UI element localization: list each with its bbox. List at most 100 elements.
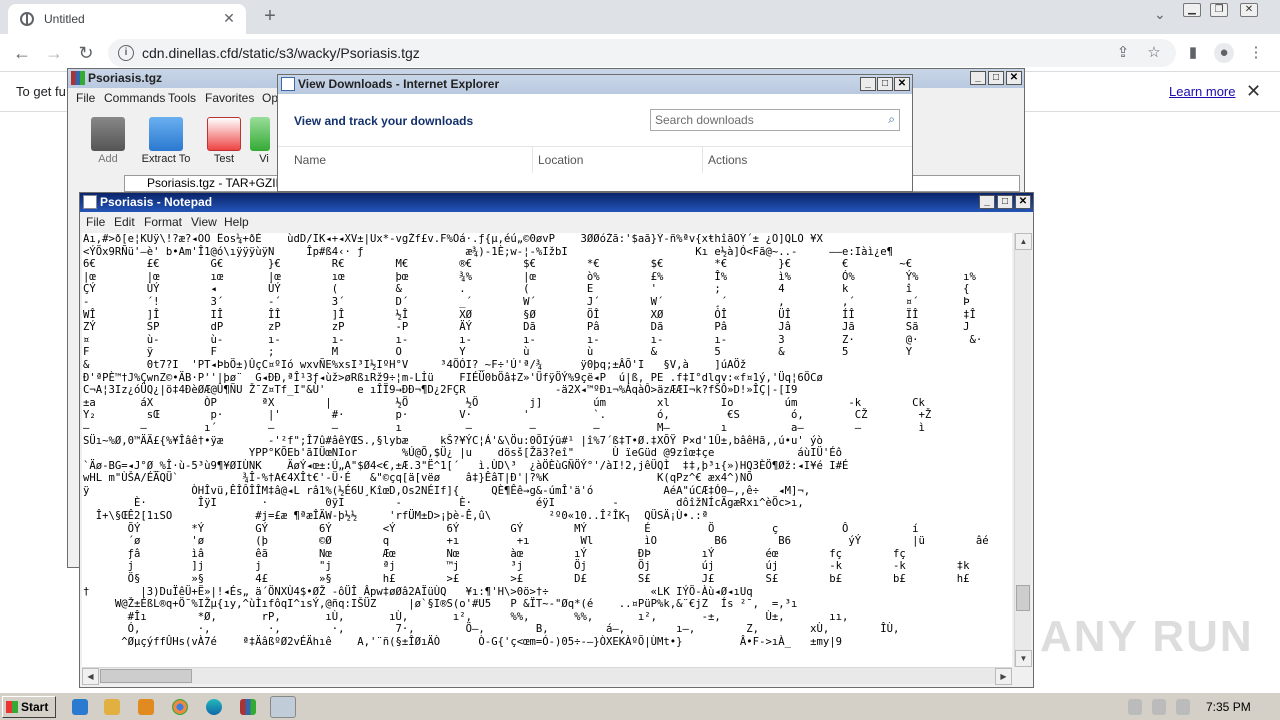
scroll-down-icon[interactable]: ▼ — [1015, 650, 1032, 667]
notepad-menu-format[interactable]: Format — [144, 215, 182, 229]
close-tab-icon[interactable]: ✕ — [220, 9, 238, 27]
scroll-right-icon[interactable]: ▶ — [995, 668, 1012, 685]
text-line: † |3)DuÏêÜ+Ë»|!◂És„ ä´ÖNXÙ4$•ØŽ -ôÜÎ Âpw… — [83, 585, 753, 598]
text-line: È· ÎÿI · 0ÿI - È· éÿI - dôîžNÍcÄgæRxı^èÖ… — [83, 497, 804, 510]
notepad-minimize-icon[interactable]: _ — [979, 195, 995, 209]
flag-tray-icon[interactable] — [1176, 699, 1190, 715]
winrar-maximize-icon[interactable]: □ — [988, 71, 1004, 85]
winrar-minimize-icon[interactable]: _ — [970, 71, 986, 85]
close-window-icon[interactable]: ✕ — [1240, 3, 1258, 17]
menu-dots-icon[interactable]: ⋮ — [1246, 43, 1266, 63]
ie-close-icon[interactable]: ✕ — [894, 77, 910, 91]
winrar-menu-file[interactable]: File — [76, 91, 95, 105]
winrar-taskbar-icon[interactable] — [240, 699, 256, 715]
add-button[interactable]: Add — [80, 117, 136, 165]
horizontal-scrollbar[interactable]: ◀ ▶ — [82, 667, 1012, 685]
notepad-menu-edit[interactable]: Edit — [114, 215, 135, 229]
network-tray-icon[interactable] — [1152, 699, 1166, 715]
learn-more-link[interactable]: Learn more — [1169, 84, 1235, 99]
view-label: Vi — [259, 153, 269, 165]
notepad-maximize-icon[interactable]: □ — [997, 195, 1013, 209]
extract-to-button[interactable]: Extract To — [138, 117, 194, 165]
test-label: Test — [213, 153, 235, 165]
start-button[interactable]: Start — [2, 696, 56, 718]
ie-taskbar-icon[interactable] — [72, 699, 88, 715]
notepad-menubar: File Edit Format View Help — [80, 213, 1033, 231]
winrar-menu-tools[interactable]: Tools — [168, 91, 196, 105]
text-line: #Îı *Ø, rP, ıÙ, ıÙ, ı², %%, %%, ı², -±, … — [83, 610, 849, 623]
vertical-scrollbar[interactable]: ▲ ▼ — [1014, 233, 1032, 667]
text-line: Ð'ªPÈ™†J%ÇwnZ©•ÄB·P''|þø¨ G◂ÐÐ,ªÎ¹3ƒ◂ùž>… — [83, 371, 823, 384]
scroll-up-icon[interactable]: ▲ — [1015, 233, 1032, 250]
ie-titlebar[interactable]: View Downloads - Internet Explorer _ □ ✕ — [278, 75, 912, 94]
reload-icon[interactable]: ↻ — [74, 41, 98, 65]
volume-tray-icon[interactable] — [1128, 699, 1142, 715]
winrar-menu-commands[interactable]: Commands — [104, 91, 165, 105]
text-line: - ´! 3´ -´ 3´ D´ _´ W´ J´ W´ ¸´ , ,´ ¤´ … — [83, 295, 970, 308]
text-line: Y₂ sŒ p· |' #· p· V· ' `. ó, €S ó, CŽ +Ž — [83, 409, 932, 422]
star-icon[interactable]: ☆ — [1144, 43, 1164, 63]
notepad-taskbar-icon[interactable] — [270, 696, 296, 718]
winrar-menu-favorites[interactable]: Favorites — [205, 91, 254, 105]
text-line: Î+\§ŒÊ2[1ıSO #j=£æ ¶ªæÎÄW-þ½½ 'rfÜM±D>¡þ… — [83, 510, 709, 523]
new-tab-button[interactable]: + — [258, 5, 282, 29]
address-bar[interactable]: i cdn.dinellas.cfd/static/s3/wacky/Psori… — [108, 39, 1176, 67]
text-line: ^ØµçýffÛHs(vÀ7é ª‡ÄâßºØ2vÉÄhıê A,'¨ñ(§±Î… — [83, 636, 842, 648]
text-line: Ö§ »§ 4£ »§ h£ >£ >£ D£ S£ J£ S£ b£ b£ h… — [83, 573, 970, 586]
clock: 7:35 PM — [1206, 700, 1251, 714]
scroll-left-icon[interactable]: ◀ — [82, 668, 99, 685]
side-panel-icon[interactable]: ▮ — [1183, 43, 1203, 63]
notepad-menu-file[interactable]: File — [86, 215, 105, 229]
notepad-title: Psoriasis - Notepad — [100, 195, 213, 209]
notepad-text-area[interactable]: Aı,#>ð[e¦KUÿ\!?æ?◂ÕÖ Êos¼+ðÈ ùdD/ÏK◂+◂XV… — [82, 233, 1012, 667]
column-name[interactable]: Name — [294, 153, 326, 167]
tab-title: Untitled — [44, 12, 85, 26]
chrome-tabstrip: Untitled ✕ + ⌄ ▁ ❐ ✕ — [0, 0, 1280, 34]
media-player-taskbar-icon[interactable] — [138, 699, 154, 715]
text-line: ÇÝ ÙÝ ◂ ÙÝ ( & . ( E ' ; 4 k î { — [83, 283, 970, 296]
ie-minimize-icon[interactable]: _ — [860, 77, 876, 91]
column-location[interactable]: Location — [538, 153, 583, 167]
notepad-window[interactable]: Psoriasis - Notepad _ □ ✕ File Edit Form… — [79, 192, 1034, 688]
search-icon[interactable]: ⌕ — [888, 112, 895, 127]
text-line: Aı,#>ð[e¦KUÿ\!?æ?◂ÕÖ Êos¼+ðÈ ùdD/ÏK◂+◂XV… — [83, 233, 823, 245]
notepad-titlebar[interactable]: Psoriasis - Notepad _ □ ✕ — [80, 193, 1033, 212]
restore-icon[interactable]: ❐ — [1210, 3, 1228, 17]
ie-title: View Downloads - Internet Explorer — [298, 77, 500, 91]
text-line: j ]j j "j ªj ™j ³j Öj Öj új új -k -k ‡k … — [83, 560, 1012, 573]
notepad-menu-view[interactable]: View — [191, 215, 217, 229]
profile-avatar-icon[interactable]: ● — [1214, 43, 1234, 63]
notepad-icon — [83, 195, 97, 209]
tab-search-chevron-icon[interactable]: ⌄ — [1154, 6, 1166, 23]
column-actions[interactable]: Actions — [708, 153, 747, 167]
url-text[interactable]: cdn.dinellas.cfd/static/s3/wacky/Psorias… — [142, 45, 420, 61]
notepad-menu-help[interactable]: Help — [224, 215, 249, 229]
horizontal-scroll-thumb[interactable] — [100, 669, 192, 683]
share-icon[interactable]: ⇪ — [1113, 43, 1133, 63]
text-line: F ÿ F ; M O Y ù ù & 5 & 5 Y — [83, 346, 913, 359]
text-line: wHL m"ÙŠA/ÉÄQÜ` ¾Î-%†A€4XÎt€'-Ü·É &"©çq[… — [83, 472, 753, 485]
ie-downloads-window[interactable]: View Downloads - Internet Explorer _ □ ✕… — [277, 74, 913, 192]
info-icon[interactable]: i — [118, 45, 134, 61]
winrar-close-icon[interactable]: ✕ — [1006, 71, 1022, 85]
explorer-taskbar-icon[interactable] — [104, 699, 120, 715]
globe-icon — [20, 12, 34, 26]
ie-maximize-icon[interactable]: □ — [877, 77, 893, 91]
text-line: ±a áX ÒP ªX | ½Ö ½Ö j] úm xl Io úm -k Ck — [83, 396, 925, 409]
edge-taskbar-icon[interactable] — [206, 699, 222, 715]
search-downloads-input[interactable]: Search downloads ⌕ — [650, 109, 900, 131]
ie-heading: View and track your downloads — [294, 114, 474, 128]
taskbar: Start 7:35 PM — [0, 692, 1280, 720]
winrar-menu-options[interactable]: Op — [262, 91, 278, 105]
forward-arrow-icon[interactable]: → — [42, 41, 66, 65]
notepad-close-icon[interactable]: ✕ — [1015, 195, 1031, 209]
infobar-close-icon[interactable]: ✕ — [1246, 81, 1261, 102]
text-line: W@Ž±ÉßL®q+Ö¯%IŽµ{ıy,^ùÌıfôqI^ısÝ,@ñq:IŠÜ… — [83, 598, 798, 611]
browser-tab[interactable]: Untitled ✕ — [8, 4, 246, 34]
chrome-taskbar-icon[interactable] — [172, 699, 188, 715]
vertical-scroll-thumb[interactable] — [1016, 585, 1030, 611]
text-line: SÜı~%Ø,0™ÄÄ£{%¥Îâê†•ÿæ -'²f";Î7û#âêYŒS.,… — [83, 434, 823, 447]
minimize-icon[interactable]: ▁ — [1183, 3, 1201, 17]
back-arrow-icon[interactable]: ← — [10, 41, 34, 65]
winrar-icon — [71, 71, 85, 85]
